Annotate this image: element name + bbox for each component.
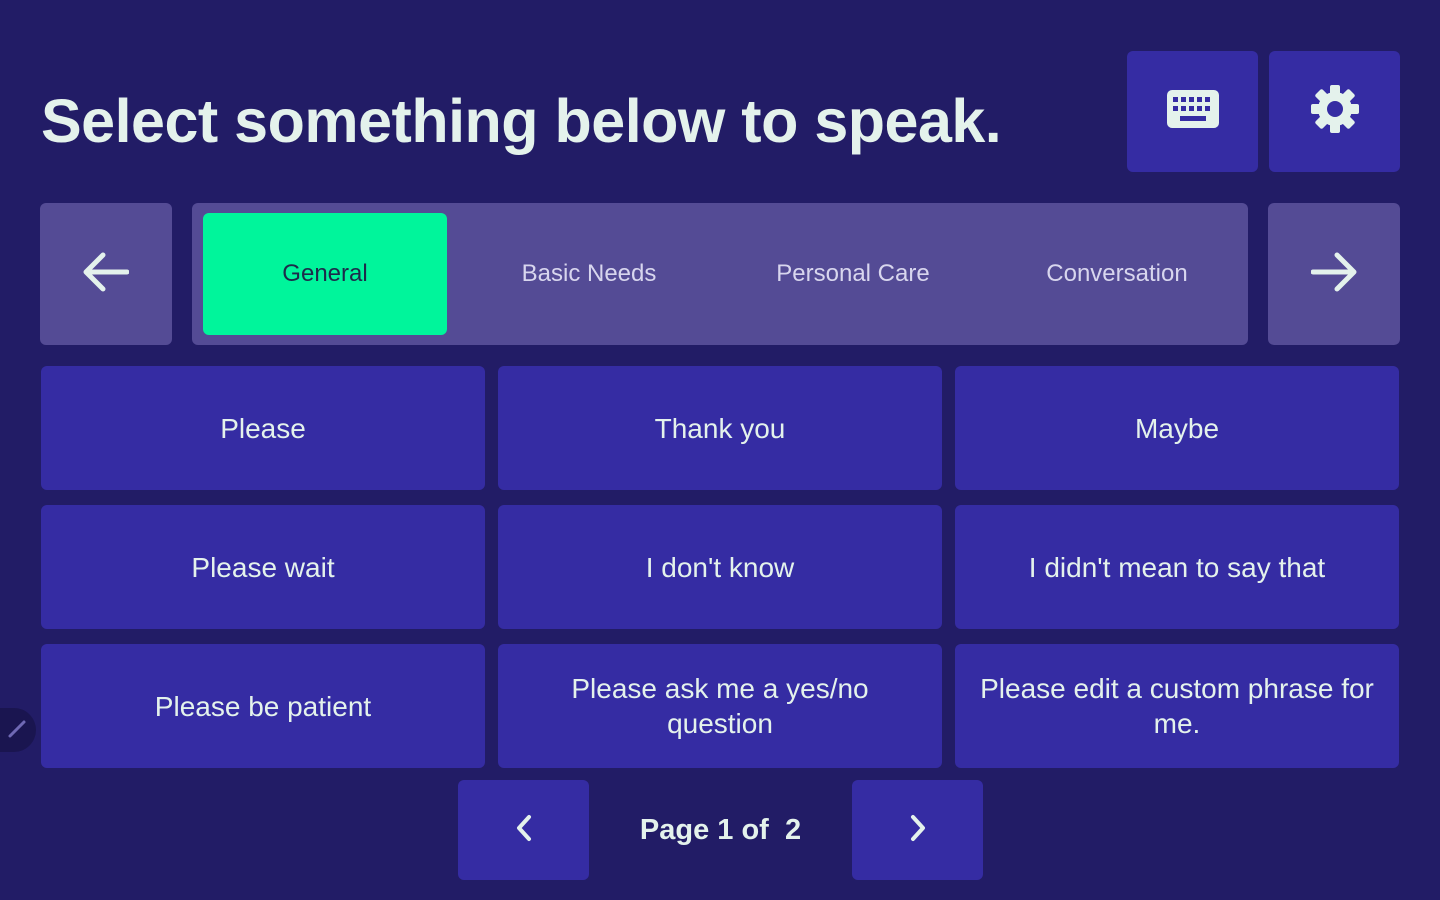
tab-basic-needs[interactable]: Basic Needs <box>467 213 711 335</box>
edit-handle[interactable] <box>0 708 36 752</box>
phrase-button-please-wait[interactable]: Please wait <box>41 505 485 629</box>
category-tab-strip: General Basic Needs Personal Care Conver… <box>192 203 1248 345</box>
phrase-button-please[interactable]: Please <box>41 366 485 490</box>
page-title: Select something below to speak. <box>41 87 1002 155</box>
phrase-label: Thank you <box>654 412 786 444</box>
chevron-left-icon <box>514 813 534 848</box>
page-next-button[interactable] <box>852 780 983 880</box>
keyboard-button[interactable] <box>1127 51 1258 172</box>
phrase-label: I didn't mean to say that <box>1028 551 1326 583</box>
page-prev-button[interactable] <box>458 780 589 880</box>
phrase-label: Please be patient <box>154 690 372 722</box>
phrase-button-be-patient[interactable]: Please be patient <box>41 644 485 768</box>
phrase-button-maybe[interactable]: Maybe <box>955 366 1399 490</box>
phrase-button-yes-no-question[interactable]: Please ask me a yes/no question <box>498 644 942 768</box>
phrase-label: Please ask me a yes/no question <box>571 673 869 739</box>
tab-label: Personal Care <box>776 260 930 287</box>
arrow-right-icon <box>1310 252 1357 297</box>
phrase-button-custom-phrase[interactable]: Please edit a custom phrase for me. <box>955 644 1399 768</box>
tab-personal-care[interactable]: Personal Care <box>731 213 975 335</box>
chevron-right-icon <box>908 813 928 848</box>
phrase-label: Please wait <box>191 551 335 583</box>
category-prev-button[interactable] <box>40 203 172 345</box>
keyboard-icon <box>1166 89 1220 134</box>
phrase-label: Maybe <box>1134 412 1220 444</box>
gear-icon <box>1310 84 1360 139</box>
settings-button[interactable] <box>1269 51 1400 172</box>
tab-conversation[interactable]: Conversation <box>995 213 1239 335</box>
page-indicator: Page 1 of 2 <box>639 813 802 846</box>
arrow-left-icon <box>83 252 130 297</box>
phrase-label: Please <box>220 412 306 444</box>
phrase-button-i-dont-know[interactable]: I don't know <box>498 505 942 629</box>
tab-label: Conversation <box>1046 260 1188 287</box>
phrase-label: I don't know <box>645 551 795 583</box>
tab-general[interactable]: General <box>203 213 447 335</box>
phrase-button-thank-you[interactable]: Thank you <box>498 366 942 490</box>
pencil-icon <box>7 717 29 744</box>
category-next-button[interactable] <box>1268 203 1400 345</box>
phrase-button-didnt-mean[interactable]: I didn't mean to say that <box>955 505 1399 629</box>
tab-label: General <box>282 260 368 287</box>
phrase-label: Please edit a custom phrase for me. <box>980 673 1374 739</box>
app-screen: Select something below to speak. General… <box>0 0 1440 900</box>
tab-label: Basic Needs <box>521 260 657 287</box>
